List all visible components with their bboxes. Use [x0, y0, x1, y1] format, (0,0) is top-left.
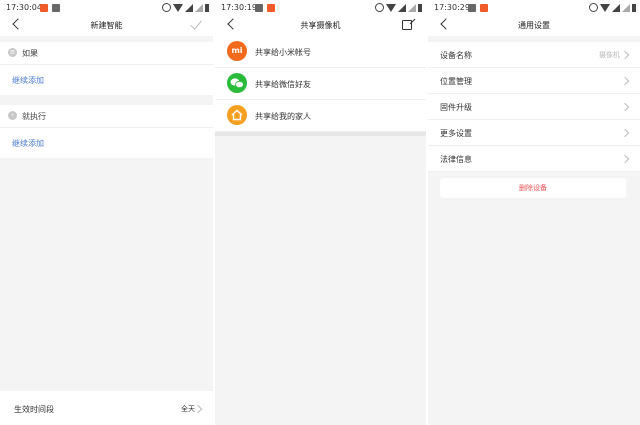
status-bar: 17:30:29: [428, 0, 640, 16]
mi-icon: mi: [227, 41, 247, 61]
wifi-icon: [600, 3, 610, 12]
if-section-header: ≡ 如果: [0, 42, 213, 65]
chevron-right-icon: [193, 404, 203, 414]
settings-item-label: 法律信息: [440, 155, 472, 164]
settings-item-value: 摄像机: [599, 51, 620, 59]
settings-item-legal[interactable]: 法律信息: [428, 146, 640, 172]
then-section-header: › 就执行: [0, 105, 213, 128]
battery-icon: [632, 3, 636, 12]
alarm-icon: [162, 3, 171, 12]
app-notification-icon: [40, 4, 48, 12]
then-label: 就执行: [22, 112, 46, 121]
status-icons: [375, 3, 422, 12]
status-time: 17:30:19: [221, 3, 257, 12]
settings-item-more[interactable]: 更多设置: [428, 120, 640, 146]
settings-list: 设备名称 摄像机 位置管理 固件升级 更多设置 法律信息: [428, 42, 640, 172]
signal-icon-secondary: [408, 3, 416, 12]
image-notification-icon: [52, 4, 60, 12]
edit-icon[interactable]: [402, 20, 412, 30]
share-item-label: 共享给微信好友: [255, 80, 311, 89]
page-title: 新建智能: [90, 21, 123, 30]
alarm-icon: [589, 3, 598, 12]
image-notification-icon: [468, 4, 476, 12]
alarm-icon: [375, 3, 384, 12]
settings-item-device-name[interactable]: 设备名称 摄像机: [428, 42, 640, 68]
share-item-label: 共享给我的家人: [255, 112, 311, 121]
wifi-icon: [173, 3, 183, 12]
if-icon: ≡: [8, 48, 17, 57]
delete-device-button[interactable]: 删除设备: [440, 178, 626, 198]
effective-period-row[interactable]: 生效时间段 全天: [0, 391, 213, 425]
then-add-link[interactable]: 继续添加: [12, 138, 44, 149]
effective-period-label: 生效时间段: [14, 405, 54, 414]
signal-icon-secondary: [195, 3, 203, 12]
screen-new-automation: 17:30:04 新建智能 ≡ 如果 继续添加 › 就执行 继续添加 生效时间段…: [0, 0, 213, 425]
then-icon: ›: [8, 111, 17, 120]
settings-item-label: 更多设置: [440, 129, 472, 138]
status-time: 17:30:04: [6, 3, 42, 12]
share-item-wechat[interactable]: 共享给微信好友: [215, 68, 426, 100]
nav-bar: 新建智能: [0, 16, 213, 36]
chevron-right-icon: [620, 102, 630, 112]
status-icons: [162, 3, 209, 12]
nav-bar: 共享摄像机: [215, 16, 426, 36]
battery-icon: [205, 3, 209, 12]
signal-icon: [185, 3, 193, 12]
share-item-mi-account[interactable]: mi 共享给小米帐号: [215, 36, 426, 68]
wechat-icon: [227, 73, 247, 93]
settings-item-label: 位置管理: [440, 77, 472, 86]
screen-share-camera: 17:30:19 共享摄像机 mi 共享给小米帐号 共享给微信好友 共享给我的家…: [215, 0, 426, 425]
share-item-family[interactable]: 共享给我的家人: [215, 100, 426, 132]
page-title: 通用设置: [518, 21, 550, 30]
battery-icon: [418, 3, 422, 12]
signal-icon-secondary: [622, 3, 630, 12]
app-notification-icon: [267, 4, 275, 12]
status-time: 17:30:29: [434, 3, 470, 12]
screen-general-settings: 17:30:29 通用设置 设备名称 摄像机 位置管理 固件升级 更多设置 法律…: [428, 0, 640, 425]
settings-item-location[interactable]: 位置管理: [428, 68, 640, 94]
chevron-right-icon: [620, 154, 630, 164]
chevron-right-icon: [620, 50, 630, 60]
section-divider: [215, 132, 426, 136]
if-add-link[interactable]: 继续添加: [12, 75, 44, 86]
settings-item-label: 固件升级: [440, 103, 472, 112]
if-label: 如果: [22, 49, 38, 58]
signal-icon: [398, 3, 406, 12]
status-bar: 17:30:19: [215, 0, 426, 16]
nav-bar: 通用设置: [428, 16, 640, 36]
wifi-icon: [386, 3, 396, 12]
chevron-right-icon: [620, 76, 630, 86]
chevron-right-icon: [620, 128, 630, 138]
status-icons: [589, 3, 636, 12]
share-list: mi 共享给小米帐号 共享给微信好友 共享给我的家人: [215, 36, 426, 132]
then-add-row[interactable]: 继续添加: [0, 128, 213, 158]
image-notification-icon: [255, 4, 263, 12]
share-item-label: 共享给小米帐号: [255, 48, 311, 57]
status-bar: 17:30:04: [0, 0, 213, 16]
settings-item-firmware[interactable]: 固件升级: [428, 94, 640, 120]
signal-icon: [612, 3, 620, 12]
app-notification-icon: [480, 4, 488, 12]
if-add-row[interactable]: 继续添加: [0, 65, 213, 95]
settings-item-label: 设备名称: [440, 51, 472, 60]
page-title: 共享摄像机: [300, 21, 341, 30]
home-icon: [227, 105, 247, 125]
